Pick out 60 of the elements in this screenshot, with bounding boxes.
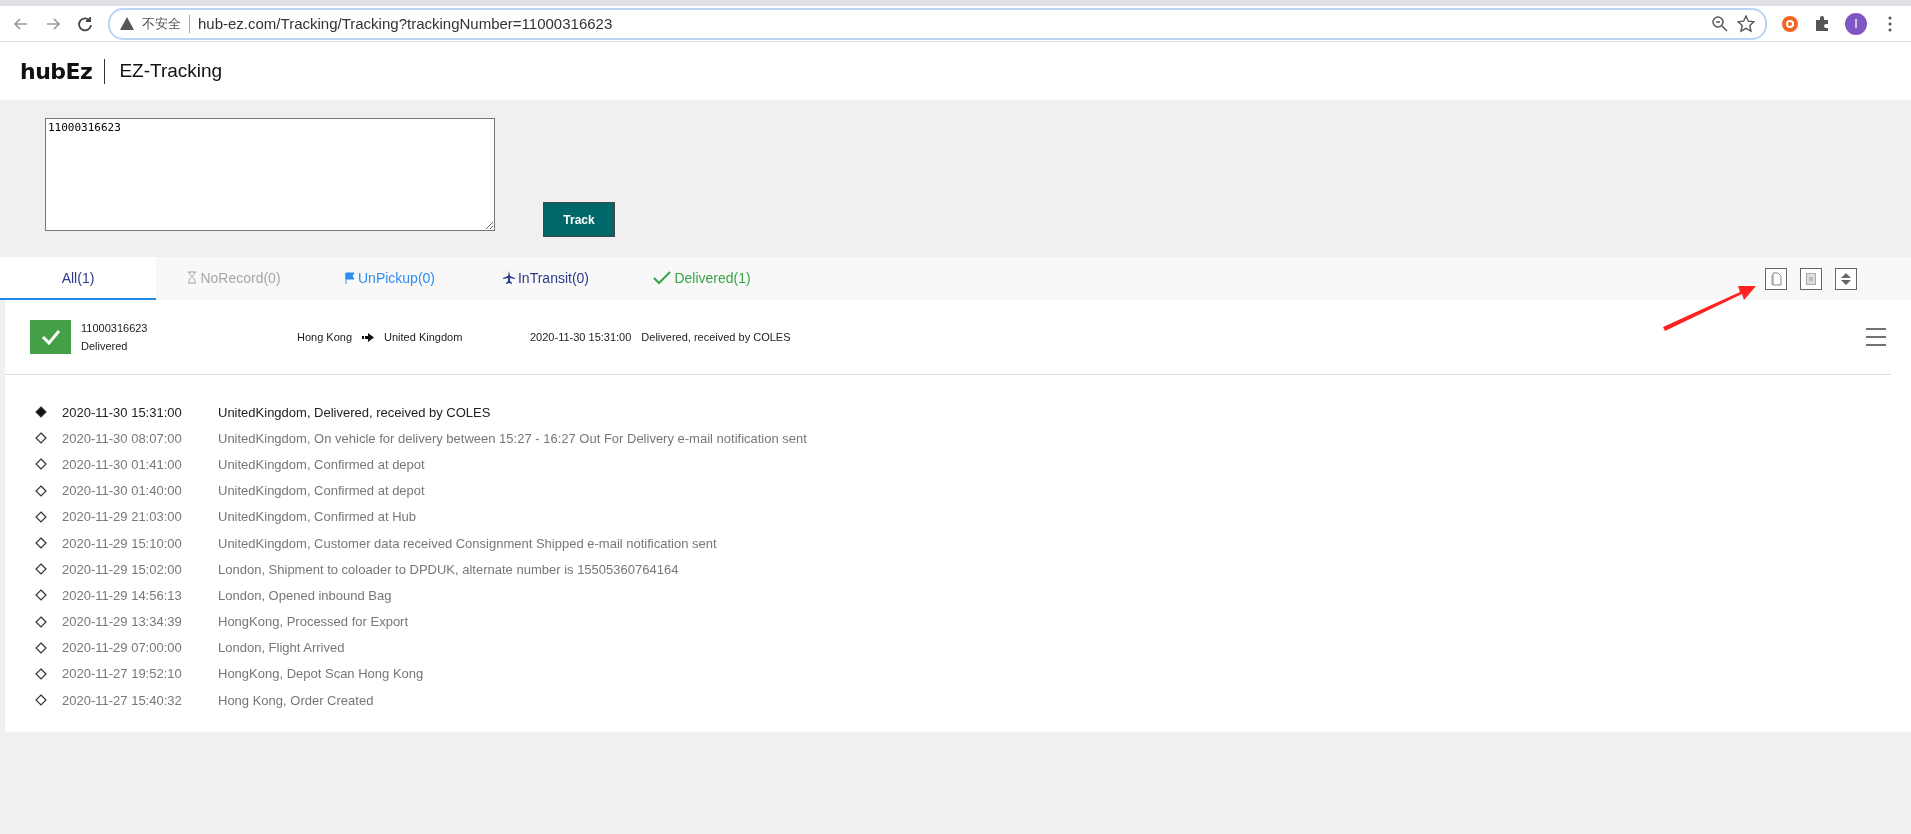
event-description: UnitedKingdom, Delivered, received by COLES [218,404,491,420]
address-bar[interactable]: 不安全 hub-ez.com/Tracking/Tracking?trackingNumber=11000316623 [108,7,1767,40]
status-tab[interactable]: InTransit(0) [468,257,624,300]
event-time: 2020-11-30 01:40:00 [62,483,183,499]
event-time: 2020-11-30 15:31:00 [62,404,183,420]
event-description: UnitedKingdom, Customer data received Consignment Shipped e-mail notification sent [218,535,717,551]
event-description: UnitedKingdom, Confirmed at depot [218,456,425,472]
expand-collapse-button[interactable] [1835,267,1857,290]
event-description: HongKong, Processed for Export [218,614,409,630]
event-time: 2020-11-29 13:34:39 [62,614,183,630]
origin-text: Hong Kong [297,331,353,343]
event-description: London, Flight Arrived [218,640,345,656]
event-description: UnitedKingdom, Confirmed at Hub [218,509,416,525]
track-button[interactable]: Track [543,202,615,237]
event-description: UnitedKingdom, Confirmed at depot [218,483,425,499]
event-time: 2020-11-30 15:31:00 [530,331,632,343]
puzzle-icon[interactable] [1813,14,1831,33]
tracking-number-field[interactable]: 11000316623 [45,118,495,231]
profile-avatar[interactable]: I [1845,12,1867,35]
event-description: London, Opened inbound Bag [218,587,392,603]
event-time: 2020-11-30 01:41:00 [62,456,183,472]
event-time: 2020-11-27 15:40:32 [62,692,183,708]
check-icon [653,270,672,285]
airplane-icon [502,271,515,284]
extension-icon[interactable] [1781,14,1799,33]
event-description: London, Shipment to coloader to DPDUK, alternate number is 15505360764164 [218,561,679,577]
copy-button[interactable] [1765,267,1787,290]
last-event-text: Delivered, received by COLES [641,331,791,343]
document-icon [1770,271,1782,286]
zoom-out-icon[interactable] [1711,14,1729,33]
event-time: 2020-11-29 15:10:00 [62,535,183,551]
star-icon[interactable] [1737,14,1755,33]
warning-icon [120,17,134,30]
hourglass-icon [187,271,198,284]
event-description: Hong Kong, Order Created [218,692,374,708]
event-time: 2020-11-29 14:56:13 [62,587,183,603]
event-time: 2020-11-29 07:00:00 [62,640,183,656]
status-tab[interactable]: All(1) [0,257,156,300]
flag-icon [345,271,355,284]
event-time: 2020-11-27 19:52:10 [62,666,183,682]
event-description: UnitedKingdom, On vehicle for delivery between 15:27 - 16:27 Out For Delivery e-mail notification sent [218,430,807,446]
url-text: hub-ez.com/Tracking/Tracking?trackingNumber=11000316623 [198,15,614,32]
check-icon [40,329,61,345]
page-title: EZ-Tracking [119,60,223,82]
sort-icon [1841,272,1851,285]
document-icon [1806,272,1816,285]
menu-icon[interactable] [1865,326,1887,348]
status-tab[interactable]: UnPickup(0) [312,257,468,300]
event-description: HongKong, Depot Scan Hong Kong [218,666,424,682]
event-time: 2020-11-29 21:03:00 [62,509,183,525]
logo: hubEz [20,58,106,84]
destination-text: United Kingdom [384,331,463,343]
reload-icon[interactable] [76,14,94,33]
tracking-number: 11000316623 [81,322,149,334]
event-time: 2020-11-29 15:02:00 [62,561,183,577]
shipment-status: Delivered [81,340,129,352]
arrow-icon [362,332,375,342]
event-time: 2020-11-30 08:07:00 [62,430,183,446]
export-button[interactable] [1800,267,1822,290]
security-label: 不安全 [142,14,190,33]
